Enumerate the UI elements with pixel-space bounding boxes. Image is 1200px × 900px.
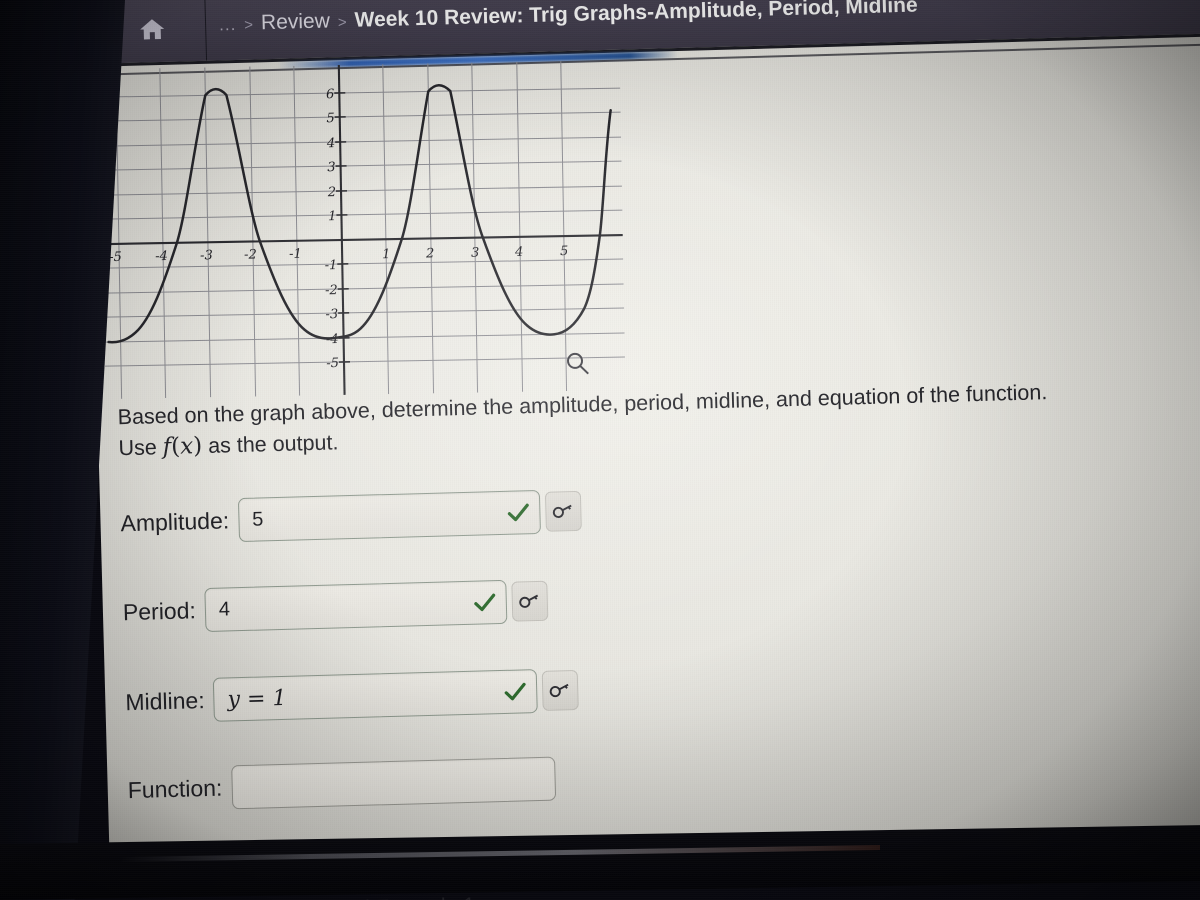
correct-check-icon bbox=[506, 500, 531, 525]
svg-text:3: 3 bbox=[471, 246, 480, 261]
correct-check-icon bbox=[472, 590, 497, 615]
breadcrumb: ... > Review > Week 10 Review: Trig Grap… bbox=[219, 0, 918, 36]
period-label: Period: bbox=[122, 596, 197, 625]
amplitude-key-button[interactable] bbox=[544, 490, 582, 532]
trig-graph: -5 -4 -3 -2 -1 1 2 3 4 5 6 5 4 3 2 1 -1 … bbox=[100, 60, 626, 399]
home-icon[interactable] bbox=[139, 17, 166, 42]
amplitude-label: Amplitude: bbox=[120, 506, 230, 536]
y-axis bbox=[337, 64, 346, 395]
answer-row-period: Period: 4 bbox=[122, 579, 549, 634]
x-axis bbox=[102, 234, 623, 246]
midline-label: Midline: bbox=[125, 686, 205, 715]
cosine-curve bbox=[107, 84, 612, 344]
photo-scene: ... > Review > Week 10 Review: Trig Grap… bbox=[0, 0, 1200, 900]
svg-text:4: 4 bbox=[326, 136, 336, 151]
function-input[interactable] bbox=[230, 756, 556, 810]
prompt-output-word: as the output. bbox=[201, 430, 339, 458]
prompt-use-word: Use bbox=[118, 434, 164, 460]
svg-text:2: 2 bbox=[327, 185, 337, 200]
grid-horizontal bbox=[100, 87, 625, 367]
variable-x: x bbox=[179, 432, 194, 460]
svg-text:-3: -3 bbox=[325, 307, 338, 322]
svg-text:3: 3 bbox=[327, 160, 336, 175]
breadcrumb-separator-2: > bbox=[337, 13, 347, 32]
midline-key-button[interactable] bbox=[541, 669, 580, 711]
amplitude-value: 5 bbox=[251, 507, 264, 531]
function-label: Function: bbox=[127, 774, 223, 803]
answer-row-function: Function: bbox=[127, 756, 556, 813]
svg-text:-5: -5 bbox=[109, 250, 122, 265]
svg-text:2: 2 bbox=[425, 246, 435, 261]
midline-value: y = 1 bbox=[227, 685, 287, 712]
breadcrumb-separator-1: > bbox=[244, 16, 254, 34]
period-key-button[interactable] bbox=[511, 580, 549, 622]
question-content-area: -5 -4 -3 -2 -1 1 2 3 4 5 6 5 4 3 2 1 -1 … bbox=[88, 32, 1200, 900]
midline-input[interactable]: y = 1 bbox=[213, 669, 539, 722]
svg-text:-3: -3 bbox=[200, 248, 213, 263]
svg-text:-5: -5 bbox=[326, 356, 339, 371]
svg-text:-2: -2 bbox=[244, 247, 257, 262]
header-divider bbox=[204, 0, 208, 69]
correct-check-icon bbox=[503, 679, 528, 704]
period-input[interactable]: 4 bbox=[204, 579, 508, 633]
browser-page: ... > Review > Week 10 Review: Trig Grap… bbox=[86, 0, 1200, 900]
svg-text:-4: -4 bbox=[155, 249, 168, 264]
period-value: 4 bbox=[218, 597, 231, 621]
svg-text:6: 6 bbox=[326, 87, 335, 102]
svg-text:4: 4 bbox=[514, 245, 524, 260]
svg-text:5: 5 bbox=[560, 244, 569, 259]
answer-row-amplitude: Amplitude: 5 bbox=[120, 489, 582, 545]
svg-text:1: 1 bbox=[382, 247, 391, 262]
svg-text:-2: -2 bbox=[325, 283, 338, 298]
magnifier-icon bbox=[565, 351, 591, 377]
breadcrumb-current-assignment: Week 10 Review: Trig Graphs-Amplitude, P… bbox=[354, 0, 918, 32]
svg-text:1: 1 bbox=[328, 209, 337, 224]
breadcrumb-ellipsis[interactable]: ... bbox=[219, 15, 237, 35]
svg-text:5: 5 bbox=[326, 111, 335, 126]
breadcrumb-item-review[interactable]: Review bbox=[261, 9, 330, 35]
answer-row-midline: Midline: y = 1 bbox=[125, 668, 580, 724]
amplitude-input[interactable]: 5 bbox=[237, 489, 541, 543]
svg-text:-1: -1 bbox=[325, 258, 338, 273]
y-tick-labels: 6 5 4 3 2 1 -1 -2 -3 -4 -5 bbox=[325, 87, 340, 371]
svg-text:-1: -1 bbox=[289, 247, 302, 262]
